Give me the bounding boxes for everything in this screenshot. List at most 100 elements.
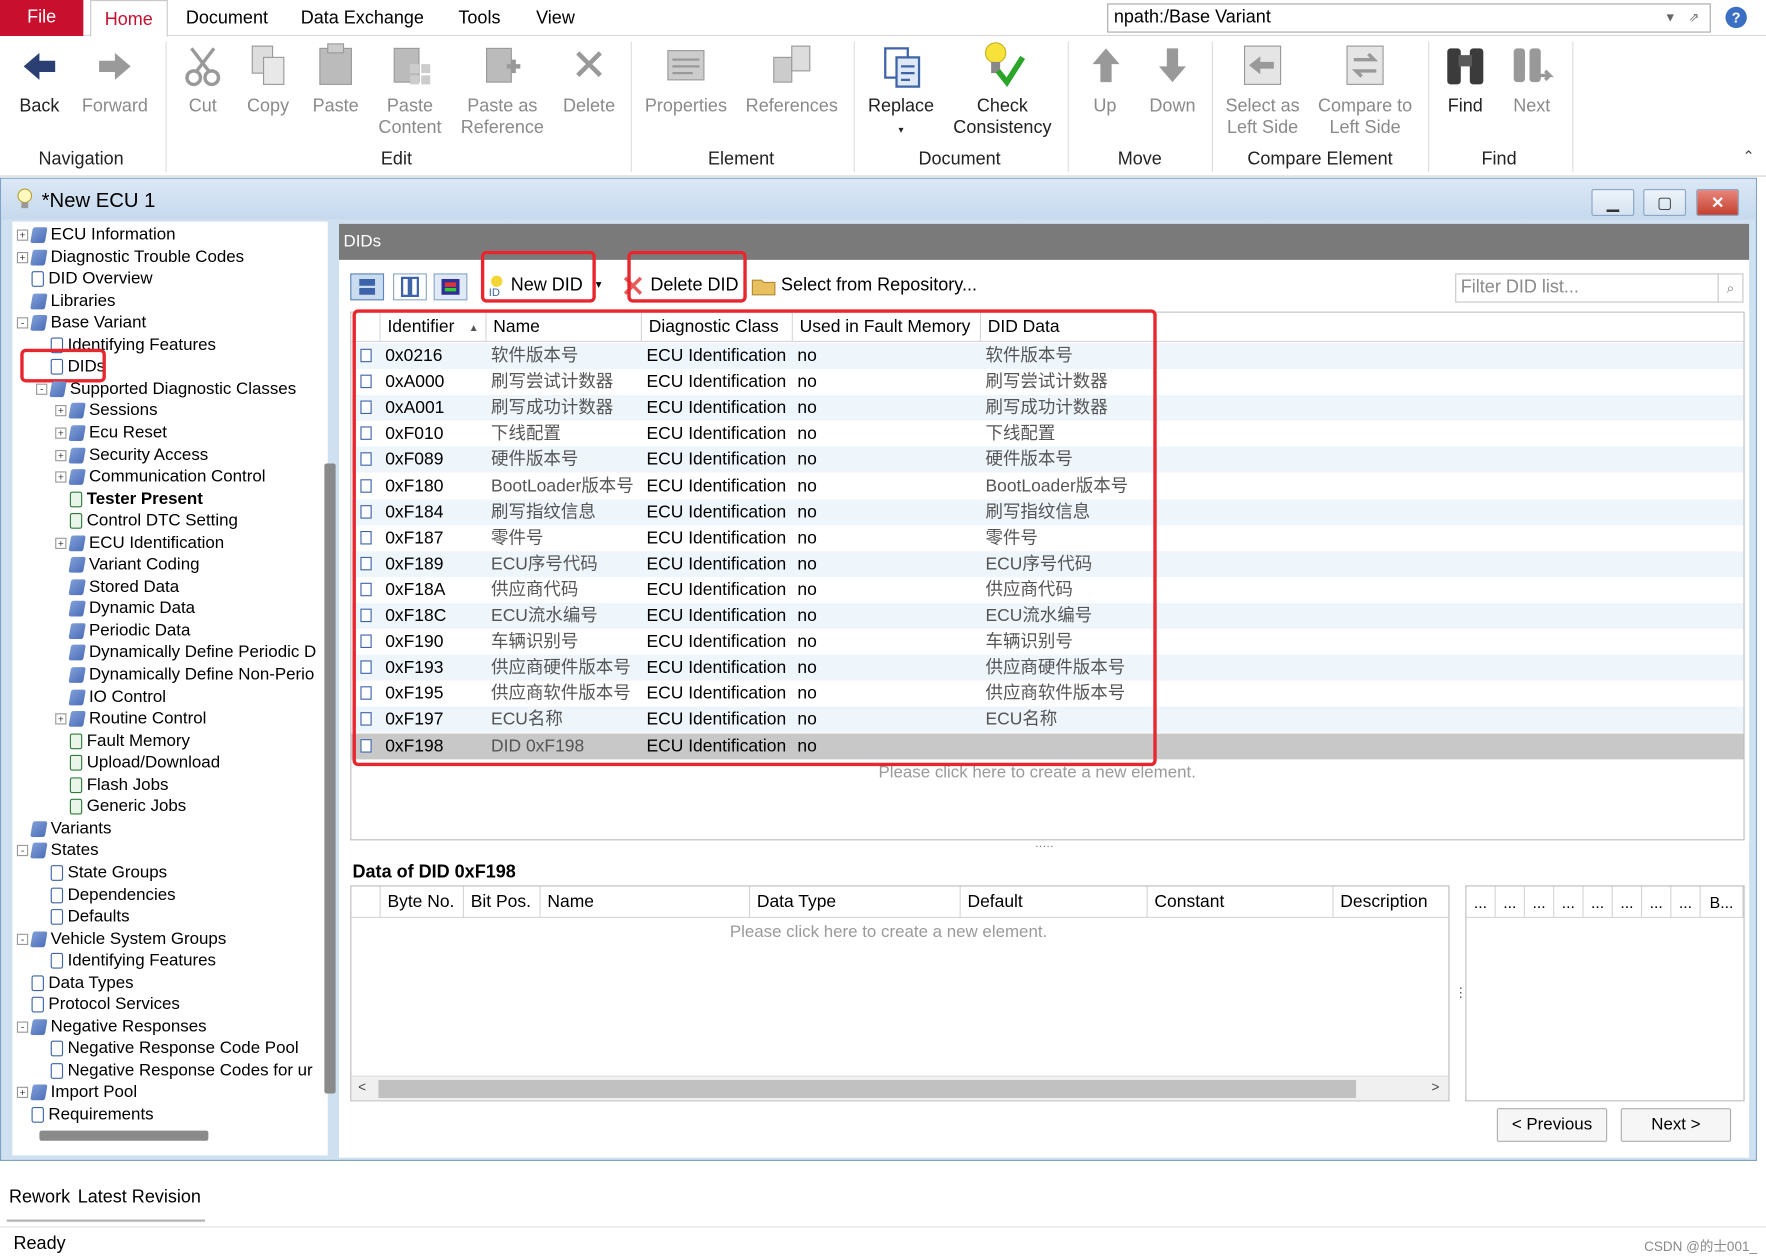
side-col-header[interactable]: ... bbox=[1671, 886, 1701, 918]
col-default[interactable]: Default bbox=[960, 886, 1148, 918]
tree-item[interactable]: Negative Response Code Pool bbox=[36, 1038, 299, 1059]
maximize-button[interactable]: ▢ bbox=[1643, 189, 1687, 216]
tree-item[interactable]: Identifying Features bbox=[36, 950, 216, 971]
collapse-icon[interactable]: - bbox=[16, 1021, 29, 1033]
tree-item[interactable]: + Diagnostic Trouble Codes bbox=[16, 246, 244, 267]
paste-as-reference-button[interactable]: Paste as Reference bbox=[457, 42, 547, 139]
col-constant[interactable]: Constant bbox=[1147, 886, 1334, 918]
tree-item[interactable]: + Routine Control bbox=[55, 708, 206, 729]
tree-item[interactable]: + Security Access bbox=[55, 444, 208, 465]
tree-item[interactable]: Tester Present bbox=[55, 488, 203, 509]
tree-item[interactable]: Data Types bbox=[17, 972, 134, 993]
expand-icon[interactable]: + bbox=[55, 471, 67, 483]
create-data-hint[interactable]: Please click here to create a new elemen… bbox=[730, 923, 1047, 942]
collapse-icon[interactable]: - bbox=[36, 383, 48, 395]
expand-icon[interactable]: + bbox=[16, 1087, 29, 1099]
tree-item[interactable]: Upload/Download bbox=[55, 752, 220, 773]
tab-latest-revision[interactable]: Latest Revision bbox=[78, 1188, 201, 1208]
tab-document[interactable]: Document bbox=[172, 0, 281, 36]
side-col-header[interactable]: ... bbox=[1495, 886, 1525, 918]
tree-item[interactable]: Variants bbox=[17, 818, 112, 839]
view-details-button[interactable] bbox=[433, 273, 468, 301]
tree-vertical-scrollbar[interactable] bbox=[324, 463, 336, 1094]
tree-item[interactable]: - Base Variant bbox=[16, 312, 146, 333]
replace-button[interactable]: Replace ▾ bbox=[865, 42, 937, 141]
tab-view[interactable]: View bbox=[523, 0, 589, 36]
splitter-handle[interactable]: ····· bbox=[1035, 840, 1054, 852]
tree-item[interactable]: State Groups bbox=[36, 862, 167, 883]
tab-tools[interactable]: Tools bbox=[445, 0, 514, 36]
tab-rework[interactable]: Rework bbox=[9, 1188, 70, 1208]
tree-item[interactable]: - States bbox=[16, 840, 99, 861]
view-columns-button[interactable] bbox=[393, 273, 427, 301]
side-col-header[interactable]: ... bbox=[1524, 886, 1555, 918]
side-col-header[interactable]: ... bbox=[1554, 886, 1584, 918]
copy-button[interactable]: Copy bbox=[243, 42, 293, 117]
delete-button[interactable]: Delete bbox=[561, 42, 617, 117]
select-as-left-side-button[interactable]: Select as Left Side bbox=[1221, 42, 1304, 139]
forward-button[interactable]: Forward bbox=[79, 42, 151, 117]
col-description[interactable]: Description bbox=[1333, 887, 1449, 918]
tree-item[interactable]: + ECU Identification bbox=[55, 532, 224, 553]
view-rows-button[interactable] bbox=[350, 273, 385, 301]
tree-item[interactable]: Dynamic Data bbox=[55, 598, 195, 619]
tree-item[interactable]: + Sessions bbox=[55, 400, 158, 421]
tree-item[interactable]: DID Overview bbox=[17, 268, 153, 289]
tree-item[interactable]: Flash Jobs bbox=[55, 774, 168, 795]
expand-icon[interactable]: + bbox=[55, 405, 67, 417]
collapse-icon[interactable]: - bbox=[16, 845, 29, 857]
next-button[interactable]: Next > bbox=[1620, 1108, 1732, 1142]
tree-item[interactable]: + Import Pool bbox=[16, 1082, 137, 1103]
expand-icon[interactable]: + bbox=[55, 537, 67, 549]
tree-item[interactable]: Requirements bbox=[17, 1104, 154, 1125]
tree-item[interactable]: IO Control bbox=[55, 686, 166, 707]
search-icon[interactable]: ⌕ bbox=[1717, 274, 1743, 302]
scroll-left-icon[interactable]: < bbox=[358, 1079, 366, 1095]
help-icon[interactable]: ? bbox=[1725, 6, 1747, 29]
cut-button[interactable]: Cut bbox=[180, 42, 225, 117]
tree-item[interactable]: + Ecu Reset bbox=[55, 422, 167, 443]
col-bit-pos[interactable]: Bit Pos. bbox=[464, 886, 541, 918]
close-button[interactable]: ✕ bbox=[1696, 189, 1739, 216]
tree-item[interactable]: - Negative Responses bbox=[16, 1016, 207, 1037]
minimize-button[interactable]: ▁ bbox=[1591, 189, 1635, 216]
tab-home[interactable]: Home bbox=[90, 0, 168, 38]
tree-item[interactable]: Dependencies bbox=[36, 884, 176, 905]
tree-item[interactable]: DIDs bbox=[20, 349, 106, 383]
chevron-down-icon[interactable]: ▼ bbox=[1660, 5, 1680, 32]
tree-item[interactable]: Dynamically Define Non-Perio bbox=[55, 664, 314, 685]
tree-item[interactable]: Periodic Data bbox=[55, 620, 190, 641]
col-byte-no[interactable]: Byte No. bbox=[380, 886, 465, 918]
collapse-icon[interactable]: - bbox=[16, 317, 29, 329]
paste-button[interactable]: Paste bbox=[309, 42, 363, 117]
tree-item[interactable]: Control DTC Setting bbox=[55, 510, 238, 531]
tree-item[interactable]: Defaults bbox=[36, 906, 130, 927]
file-menu[interactable]: File bbox=[0, 0, 84, 36]
expand-icon[interactable]: + bbox=[55, 449, 67, 461]
tree-item[interactable]: Libraries bbox=[17, 290, 115, 311]
tree-item[interactable]: Protocol Services bbox=[17, 994, 180, 1015]
pin-icon[interactable]: ⇗ bbox=[1685, 5, 1703, 32]
compare-to-left-side-button[interactable]: Compare to Left Side bbox=[1313, 42, 1417, 139]
tree-item[interactable]: Variant Coding bbox=[55, 554, 199, 575]
up-button[interactable]: Up bbox=[1083, 42, 1126, 117]
scroll-thumb[interactable] bbox=[378, 1080, 1357, 1098]
tree-horizontal-scrollbar[interactable] bbox=[39, 1130, 209, 1141]
did-filter-input[interactable]: Filter DID list... ⌕ bbox=[1455, 273, 1744, 303]
tree-item[interactable]: + Communication Control bbox=[55, 466, 266, 487]
expand-icon[interactable]: + bbox=[55, 713, 67, 725]
back-button[interactable]: Back bbox=[16, 42, 63, 117]
side-col-header[interactable]: B... bbox=[1700, 886, 1744, 918]
chevron-up-icon[interactable]: ⌃ bbox=[1742, 147, 1754, 165]
tree-item[interactable]: Generic Jobs bbox=[55, 796, 186, 817]
down-button[interactable]: Down bbox=[1144, 42, 1200, 117]
references-button[interactable]: References bbox=[743, 42, 840, 117]
scroll-right-icon[interactable]: > bbox=[1431, 1079, 1439, 1095]
side-col-header[interactable]: ... bbox=[1583, 886, 1613, 918]
tree-item[interactable]: Fault Memory bbox=[55, 730, 190, 751]
tree-item[interactable]: - Vehicle System Groups bbox=[16, 928, 226, 949]
expand-icon[interactable]: + bbox=[16, 251, 29, 263]
tree-item[interactable]: + ECU Information bbox=[16, 224, 176, 245]
properties-button[interactable]: Properties bbox=[642, 42, 730, 117]
check-consistency-button[interactable]: Check Consistency bbox=[948, 42, 1056, 139]
